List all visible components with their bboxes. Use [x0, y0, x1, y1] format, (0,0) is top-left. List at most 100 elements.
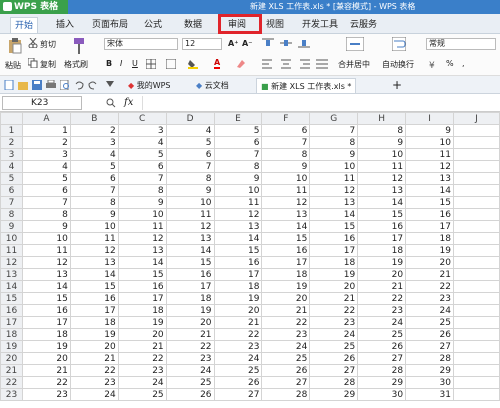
cell[interactable]: 10: [357, 148, 407, 161]
row-header[interactable]: 22: [0, 376, 23, 389]
shrink-font-button[interactable]: A⁻: [242, 39, 252, 48]
cell[interactable]: [452, 340, 500, 353]
cell[interactable]: 10: [69, 220, 119, 233]
cell[interactable]: 9: [213, 172, 263, 185]
cell[interactable]: 13: [405, 172, 454, 185]
row-header[interactable]: 12: [0, 256, 23, 269]
cell[interactable]: 23: [213, 340, 263, 353]
cell[interactable]: [452, 148, 500, 161]
cell[interactable]: [452, 388, 500, 401]
cell[interactable]: [452, 376, 500, 389]
cell[interactable]: 11: [21, 244, 71, 257]
row-header[interactable]: 14: [0, 280, 23, 293]
cell[interactable]: [452, 160, 500, 173]
cell[interactable]: 15: [309, 220, 359, 233]
cell[interactable]: 8: [261, 148, 311, 161]
number-format-select[interactable]: 常规: [426, 38, 496, 50]
cell[interactable]: [452, 316, 500, 329]
cell[interactable]: 7: [69, 184, 119, 197]
cell[interactable]: 23: [405, 292, 454, 305]
row-header[interactable]: 8: [0, 208, 23, 221]
cell[interactable]: 8: [309, 136, 359, 149]
cell[interactable]: 16: [309, 232, 359, 245]
cell[interactable]: 20: [117, 328, 167, 341]
cell[interactable]: 6: [69, 172, 119, 185]
cell[interactable]: 22: [309, 304, 359, 317]
row-header[interactable]: 1: [0, 124, 23, 137]
merge-center-button[interactable]: 合并居中: [338, 59, 370, 70]
row-header[interactable]: 4: [0, 160, 23, 173]
cell[interactable]: 4: [117, 136, 167, 149]
cell[interactable]: 13: [213, 220, 263, 233]
column-header-c[interactable]: C: [117, 112, 167, 125]
cell[interactable]: 5: [69, 160, 119, 173]
tab-data[interactable]: 数据: [180, 17, 206, 33]
cell[interactable]: 12: [69, 244, 119, 257]
cell[interactable]: 6: [117, 160, 167, 173]
add-tab-button[interactable]: +: [392, 78, 402, 92]
cell[interactable]: [452, 124, 500, 137]
cell[interactable]: 8: [21, 208, 71, 221]
cell[interactable]: 23: [21, 388, 71, 401]
cell[interactable]: [452, 280, 500, 293]
cell[interactable]: 13: [69, 256, 119, 269]
row-header[interactable]: 13: [0, 268, 23, 281]
cell[interactable]: 7: [21, 196, 71, 209]
cell[interactable]: 21: [357, 280, 407, 293]
cell[interactable]: 24: [405, 304, 454, 317]
cell[interactable]: 17: [213, 268, 263, 281]
cell[interactable]: 29: [405, 364, 454, 377]
cell[interactable]: 25: [117, 388, 167, 401]
cell[interactable]: 9: [309, 148, 359, 161]
cell[interactable]: 18: [261, 268, 311, 281]
cell[interactable]: 18: [213, 280, 263, 293]
cell[interactable]: 20: [165, 316, 215, 329]
wrap-text-button[interactable]: 自动换行: [382, 59, 414, 70]
tab-cloud-service[interactable]: 云服务: [346, 17, 381, 33]
cell[interactable]: 3: [69, 136, 119, 149]
cell[interactable]: 7: [213, 148, 263, 161]
cell[interactable]: 6: [21, 184, 71, 197]
cell[interactable]: 3: [117, 124, 167, 137]
cell[interactable]: 10: [117, 208, 167, 221]
cell[interactable]: 25: [261, 352, 311, 365]
cell[interactable]: [452, 244, 500, 257]
merge-cells-icon[interactable]: [166, 59, 176, 69]
cell[interactable]: [452, 136, 500, 149]
cell[interactable]: 12: [405, 160, 454, 173]
cell[interactable]: 22: [261, 316, 311, 329]
row-header[interactable]: 23: [0, 388, 23, 401]
cell[interactable]: 17: [357, 232, 407, 245]
row-header[interactable]: 17: [0, 316, 23, 329]
cell[interactable]: 15: [117, 268, 167, 281]
column-header-i[interactable]: I: [405, 112, 454, 125]
name-box[interactable]: K23: [2, 96, 82, 110]
column-header-d[interactable]: D: [165, 112, 215, 125]
cell[interactable]: 22: [213, 328, 263, 341]
cell[interactable]: 17: [261, 256, 311, 269]
column-header-a[interactable]: A: [21, 112, 71, 125]
cell[interactable]: 13: [261, 208, 311, 221]
cell[interactable]: 20: [21, 352, 71, 365]
cell[interactable]: 16: [357, 220, 407, 233]
cell[interactable]: 12: [213, 208, 263, 221]
cell[interactable]: 9: [69, 208, 119, 221]
underline-button[interactable]: U: [132, 59, 138, 68]
cell[interactable]: 7: [261, 136, 311, 149]
cell[interactable]: 31: [405, 388, 454, 401]
open-folder-icon[interactable]: [18, 80, 28, 90]
cell[interactable]: 20: [261, 292, 311, 305]
redo-icon[interactable]: [88, 80, 98, 90]
cell[interactable]: 13: [117, 244, 167, 257]
cell[interactable]: [452, 208, 500, 221]
cell[interactable]: 26: [309, 352, 359, 365]
copy-button[interactable]: 复制: [40, 59, 56, 70]
align-center-icon[interactable]: [280, 59, 292, 69]
cell[interactable]: 25: [213, 364, 263, 377]
cell[interactable]: 19: [405, 244, 454, 257]
cell[interactable]: 22: [21, 376, 71, 389]
font-name-select[interactable]: 宋体: [104, 38, 178, 50]
cell[interactable]: 14: [117, 256, 167, 269]
cell[interactable]: 8: [357, 124, 407, 137]
cell[interactable]: 9: [405, 124, 454, 137]
